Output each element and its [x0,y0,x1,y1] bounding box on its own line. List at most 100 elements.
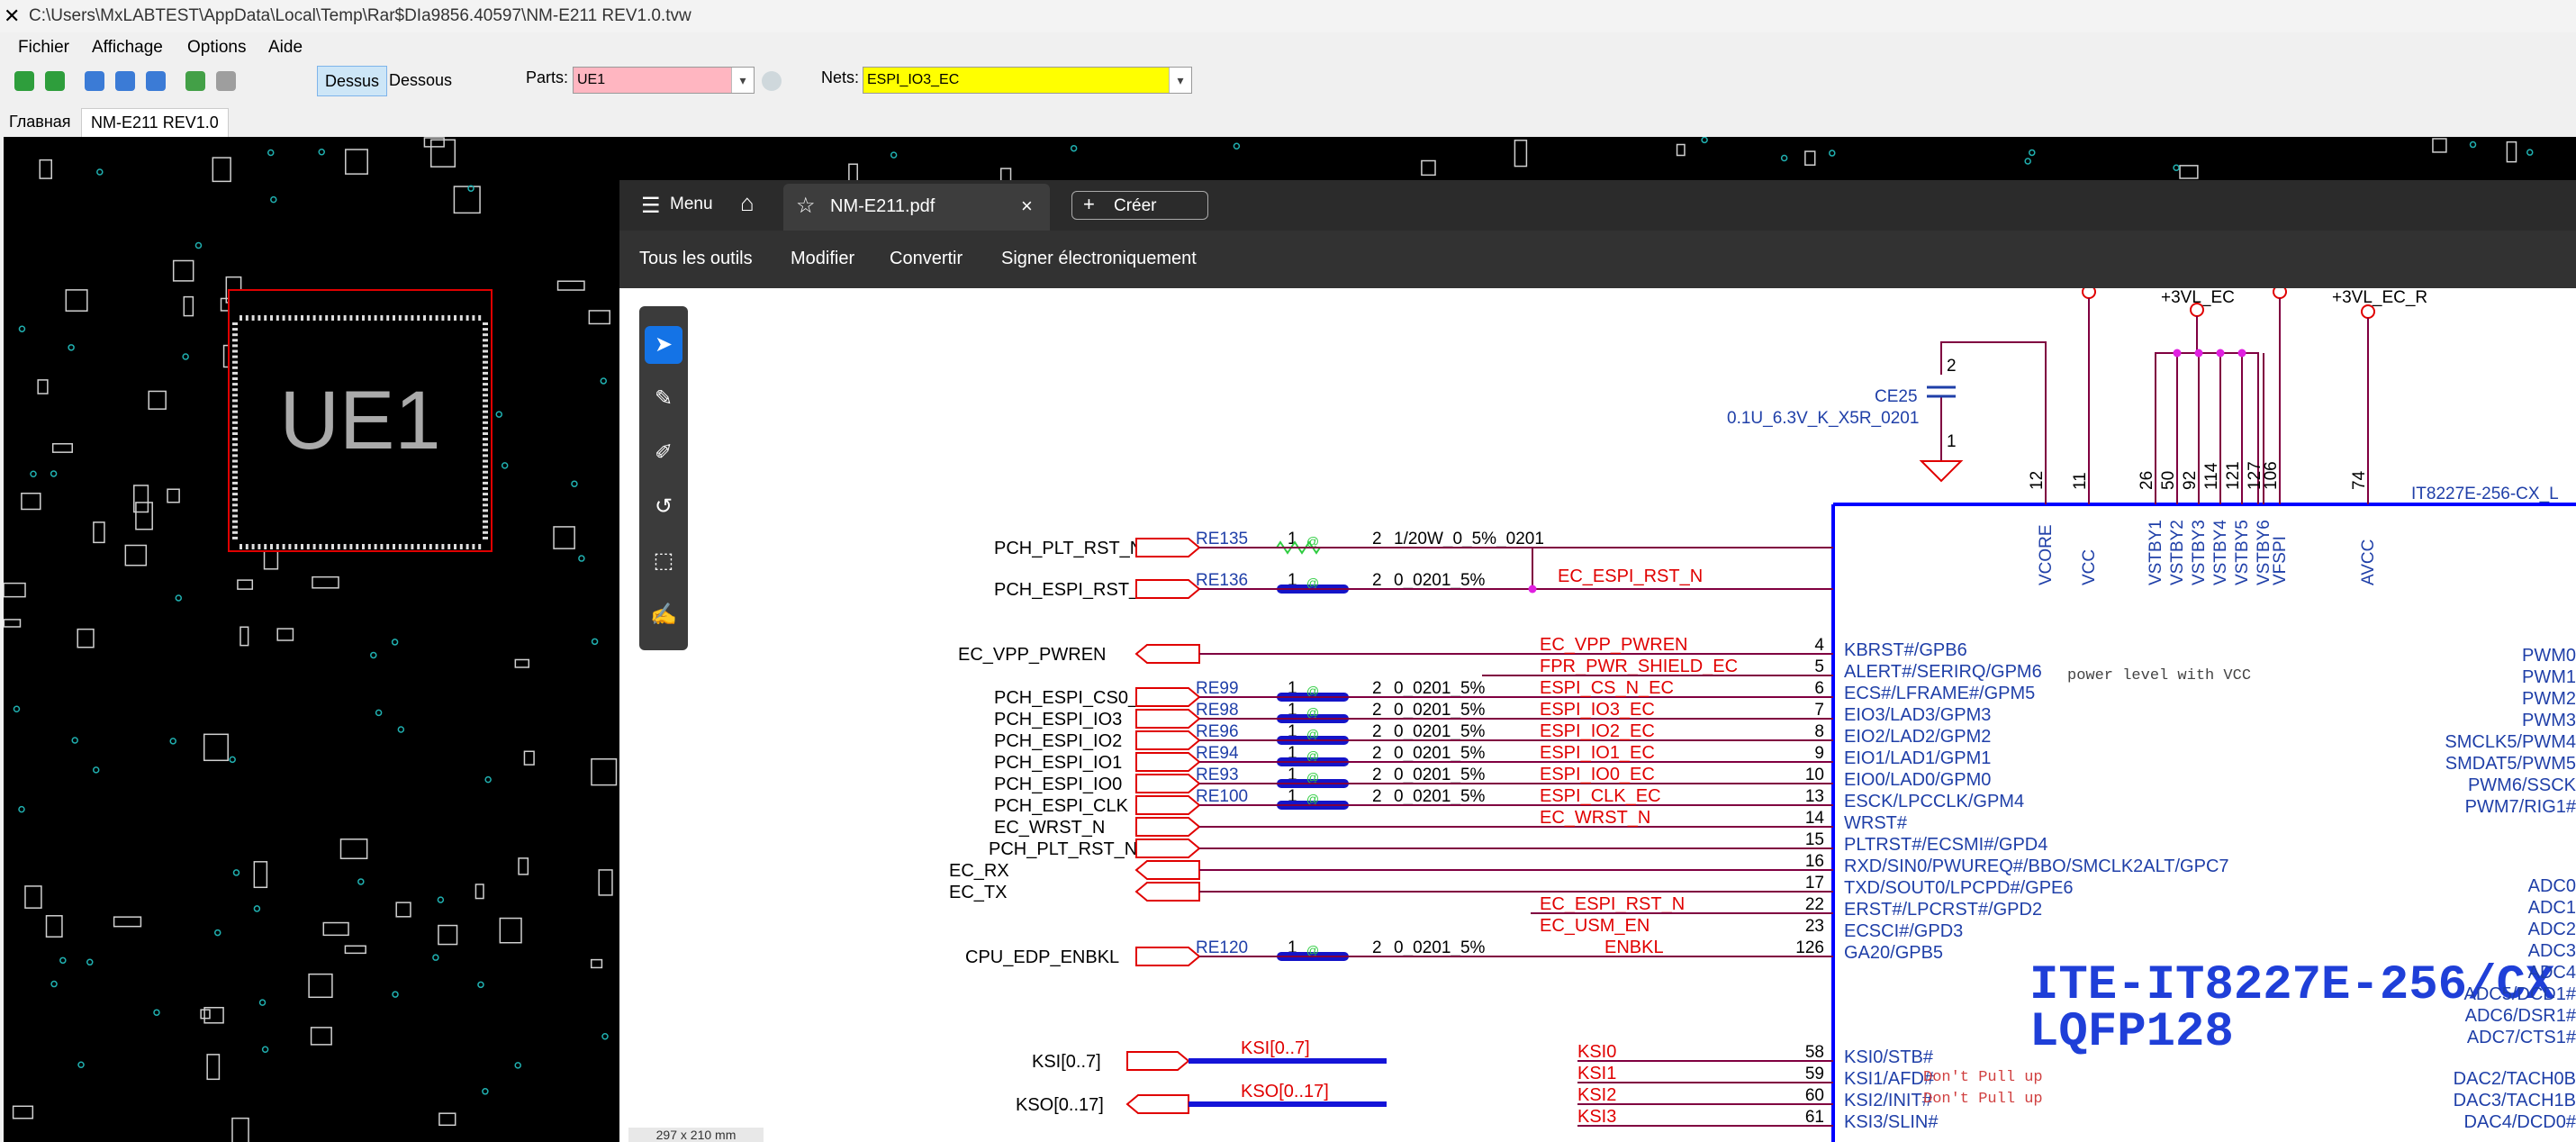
pcb-via [318,148,325,156]
pin-number: 10 [1805,766,1824,784]
tab-signer[interactable]: Signer électroniquement [1001,249,1197,269]
pcb-pad [206,1054,221,1081]
zoom-out-icon[interactable] [85,71,104,91]
close-icon[interactable]: × [1021,195,1033,218]
create-button[interactable]: + Créer [1071,191,1208,220]
resistor-ref: RE93 [1196,766,1239,784]
dessous-button[interactable]: Dessous [382,66,459,95]
select-cursor-icon[interactable]: ➤ [645,326,682,364]
ue1-pin [232,525,238,529]
zoom-in-icon[interactable] [146,71,166,91]
dessus-button[interactable]: Dessus [317,66,388,96]
ue1-pin [232,520,238,523]
fill-sign-icon[interactable]: ✍ [645,596,682,634]
pin-name: GA20/GPB5 [1844,943,1943,963]
parts-combobox[interactable]: UE1 ▾ [573,67,755,94]
draw-freehand-icon[interactable]: ↺ [645,488,682,526]
nets-combobox[interactable]: ESPI_IO3_EC ▾ [863,67,1192,94]
home-icon[interactable]: ⌂ [740,189,755,217]
rotate-left-icon[interactable] [14,71,34,91]
tab-modifier[interactable]: Modifier [791,249,854,269]
pcb-pad [212,157,231,183]
arrow-left-icon[interactable] [185,71,205,91]
pcb-via [261,1046,269,1054]
ue1-pin [483,394,488,397]
parts-value: UE1 [577,72,606,87]
net-label: ESPI_IO0_EC [1540,765,1655,784]
ground-symbol [1919,460,1964,483]
pcb-pad [183,295,194,317]
ue1-pin [232,399,238,403]
pdf-tab[interactable]: ☆ NM-E211.pdf × [783,184,1050,231]
pcb-pad [1804,150,1816,166]
chip-ref: IT8227E-256-CX_L [2411,485,2559,503]
chevron-down-icon[interactable]: ▾ [1169,68,1191,93]
cap-value: 0.1U_6.3V_K_X5R_0201 [1727,409,1919,428]
adc-pin-name: ADC3 [2528,941,2576,961]
ue1-pin [232,366,238,369]
ue1-pin [319,315,322,321]
ue1-pin [483,476,488,479]
pin-name: ALERT#/SERIRQ/GPM6 [1844,662,2042,682]
pdf-page[interactable]: IT8227E-256-CX_L CE25 0.1U_6.3V_K_X5R_0201… [619,288,2576,1142]
pin-name: ECSCI#/GPD3 [1844,921,1963,941]
tab-home[interactable]: Главная [0,108,80,137]
pcb-via [258,999,267,1006]
ue1-pin [483,328,488,331]
pcb-pad [21,493,41,511]
ue1-pin [282,315,285,321]
port-shape [1135,538,1201,557]
pin-name: RXD/SIN0/PWUREQ#/BBO/SMCLK2ALT/GPC7 [1844,856,2229,876]
tab-convertir[interactable]: Convertir [890,249,963,269]
zoom-fit-icon[interactable] [115,71,135,91]
pcb-pad [77,628,95,648]
menu-fichier[interactable]: Fichier [18,38,69,58]
pcb-via [253,905,261,912]
pcb-pad [1421,159,1436,177]
menu-aide[interactable]: Aide [268,38,303,58]
star-icon[interactable]: ☆ [796,193,816,219]
junction-dot [2173,349,2182,358]
pcb-via [601,1032,609,1040]
pcb-via [194,241,203,249]
junction-dot [1528,585,1537,594]
port-shape [1134,644,1200,664]
plus-icon: + [1083,193,1095,215]
pcb-pad [240,626,249,647]
top-pin-name: VSTBY4 [2211,520,2230,585]
ue1-pin [429,315,432,321]
dac-pin-name: DAC4/DCD0# [2464,1112,2576,1132]
pcb-pad [1514,140,1528,168]
arrow-right-icon[interactable] [216,71,236,91]
add-comment-icon[interactable]: ✎ [645,380,682,418]
menu-affichage[interactable]: Affichage [92,38,163,58]
pcb-via [30,470,37,478]
pcb-via [92,766,100,774]
text-select-icon[interactable]: ⬚ [645,542,682,580]
resistor-value: 1/20W_0_5%_0201 [1394,530,1544,548]
chevron-down-icon[interactable]: ▾ [731,68,754,93]
rotate-right-icon[interactable] [45,71,65,91]
hamburger-icon[interactable]: ☰ [641,193,661,219]
ue1-pin [264,315,267,321]
cap-pin: 2 [1947,357,1957,376]
pcb-via [182,353,189,360]
tab-all-tools[interactable]: Tous les outils [639,249,753,269]
ue1-pin [483,536,488,539]
pin-number: 4 [1814,636,1824,655]
pcb-pad [253,861,268,889]
menu-options[interactable]: Options [187,38,246,58]
ue1-pin [483,432,488,435]
ue1-pin [258,544,261,549]
parts-search-icon[interactable] [762,71,782,91]
top-pin-name: VCORE [2037,524,2056,585]
pdf-menu-button[interactable]: Menu [670,195,713,214]
tab-board[interactable]: NM-E211 REV1.0 [81,108,229,137]
highlight-pen-icon[interactable]: ✐ [645,434,682,472]
ue1-pin [232,394,238,397]
ue1-pin [483,530,488,534]
adc-pin-name: ADC6/DSR1# [2465,1006,2576,1026]
top-pin-name: VCC [2080,549,2099,585]
ue1-pin [483,470,488,474]
resistor-value: 0_0201_5% [1394,938,1486,957]
